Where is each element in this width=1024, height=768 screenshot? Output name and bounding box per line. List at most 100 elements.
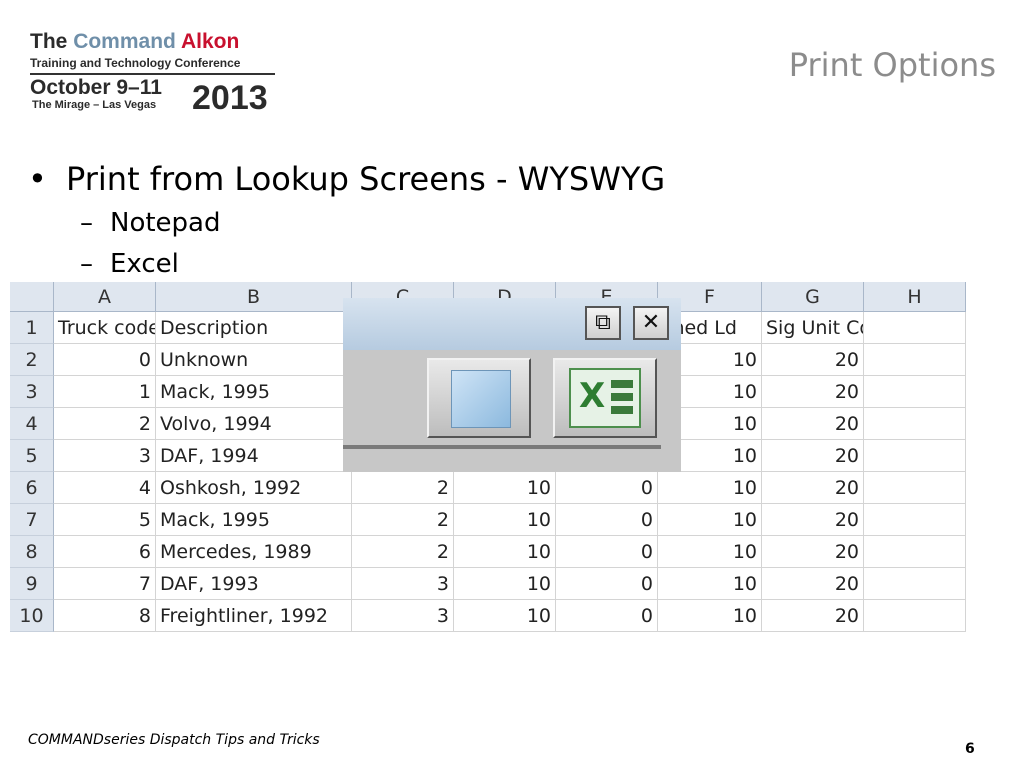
- cell-b[interactable]: Unknown: [156, 344, 352, 376]
- cell-b[interactable]: Mack, 1995: [156, 376, 352, 408]
- row-header[interactable]: 9: [10, 568, 54, 600]
- cell-d[interactable]: 10: [454, 568, 556, 600]
- cell-f[interactable]: 10: [658, 472, 762, 504]
- column-header-a[interactable]: A: [54, 282, 156, 312]
- sub-bullet-text: Notepad: [110, 208, 221, 238]
- cell-e[interactable]: 0: [556, 504, 658, 536]
- cell-f[interactable]: 10: [658, 568, 762, 600]
- cell-a[interactable]: 7: [54, 568, 156, 600]
- cell-c[interactable]: 3: [352, 600, 454, 632]
- column-header-h[interactable]: H: [864, 282, 966, 312]
- cell-g[interactable]: 20: [762, 408, 864, 440]
- cell-a[interactable]: 0: [54, 344, 156, 376]
- excel-icon-grid: [611, 380, 633, 418]
- logo-subtitle: Training and Technology Conference: [30, 56, 241, 70]
- cell-c[interactable]: 3: [352, 568, 454, 600]
- cell-a[interactable]: 5: [54, 504, 156, 536]
- close-button[interactable]: ✕: [633, 306, 669, 340]
- column-header-g[interactable]: G: [762, 282, 864, 312]
- cell-b[interactable]: DAF, 1994: [156, 440, 352, 472]
- excel-print-button[interactable]: X: [553, 358, 657, 438]
- row-header[interactable]: 8: [10, 536, 54, 568]
- select-all-corner[interactable]: [10, 282, 54, 312]
- cell-h[interactable]: [864, 312, 966, 344]
- cell-h[interactable]: [864, 472, 966, 504]
- conference-logo: The Command Alkon Training and Technolog…: [30, 30, 280, 116]
- cell-c[interactable]: 2: [352, 536, 454, 568]
- bullet-glyph: •: [28, 160, 47, 198]
- notepad-icon: [451, 370, 511, 428]
- column-header-b[interactable]: B: [156, 282, 352, 312]
- cell-h[interactable]: [864, 408, 966, 440]
- cell-g[interactable]: 20: [762, 536, 864, 568]
- logo-title: The Command Alkon: [30, 30, 280, 54]
- cell-g[interactable]: 20: [762, 344, 864, 376]
- cell-g[interactable]: 20: [762, 440, 864, 472]
- cell-f[interactable]: 10: [658, 504, 762, 536]
- cell-d[interactable]: 10: [454, 536, 556, 568]
- cell-a[interactable]: Truck code: [54, 312, 156, 344]
- sub-bullet-notepad: – Notepad: [80, 208, 221, 238]
- cell-d[interactable]: 10: [454, 472, 556, 504]
- cell-a[interactable]: 3: [54, 440, 156, 472]
- cell-g[interactable]: 20: [762, 600, 864, 632]
- cell-h[interactable]: [864, 376, 966, 408]
- logo-divider: [30, 73, 275, 75]
- cell-e[interactable]: 0: [556, 600, 658, 632]
- cell-f[interactable]: 10: [658, 536, 762, 568]
- notepad-print-button[interactable]: [427, 358, 531, 438]
- cell-d[interactable]: 10: [454, 600, 556, 632]
- logo-year: 2013: [192, 79, 268, 117]
- cell-h[interactable]: [864, 344, 966, 376]
- cell-a[interactable]: 8: [54, 600, 156, 632]
- cell-h[interactable]: [864, 536, 966, 568]
- cell-g[interactable]: 20: [762, 568, 864, 600]
- cell-c[interactable]: 2: [352, 504, 454, 536]
- cell-b[interactable]: Mercedes, 1989: [156, 536, 352, 568]
- cell-b[interactable]: Volvo, 1994: [156, 408, 352, 440]
- cell-a[interactable]: 6: [54, 536, 156, 568]
- cell-a[interactable]: 4: [54, 472, 156, 504]
- cell-b[interactable]: DAF, 1993: [156, 568, 352, 600]
- row-header[interactable]: 6: [10, 472, 54, 504]
- cell-b[interactable]: Freightliner, 1992: [156, 600, 352, 632]
- main-bullet-text: Print from Lookup Screens - WYSWYG: [66, 160, 666, 198]
- cell-h[interactable]: [864, 568, 966, 600]
- row-header[interactable]: 5: [10, 440, 54, 472]
- logo-venue: The Mirage – Las Vegas: [32, 99, 157, 111]
- cell-g[interactable]: Sig Unit Code: [762, 312, 864, 344]
- row-header[interactable]: 2: [10, 344, 54, 376]
- restore-button[interactable]: ⧉: [585, 306, 621, 340]
- cell-c[interactable]: 2: [352, 472, 454, 504]
- cell-e[interactable]: 0: [556, 472, 658, 504]
- dash-glyph: –: [80, 208, 93, 238]
- row-header[interactable]: 3: [10, 376, 54, 408]
- main-bullet: • Print from Lookup Screens - WYSWYG: [28, 160, 665, 198]
- cell-h[interactable]: [864, 504, 966, 536]
- cell-g[interactable]: 20: [762, 376, 864, 408]
- cell-b[interactable]: Description: [156, 312, 352, 344]
- cell-h[interactable]: [864, 440, 966, 472]
- row-header[interactable]: 7: [10, 504, 54, 536]
- toolbar-titlebar: ⧉ ✕: [343, 298, 681, 350]
- logo-command: Command: [73, 30, 176, 53]
- footer-text: COMMANDseries Dispatch Tips and Tricks: [28, 732, 320, 748]
- toolbar-body: X: [343, 350, 681, 472]
- cell-a[interactable]: 1: [54, 376, 156, 408]
- page-number: 6: [965, 741, 975, 757]
- print-toolbar-window: ⧉ ✕ X: [343, 298, 681, 472]
- row-header[interactable]: 4: [10, 408, 54, 440]
- cell-h[interactable]: [864, 600, 966, 632]
- cell-a[interactable]: 2: [54, 408, 156, 440]
- cell-e[interactable]: 0: [556, 568, 658, 600]
- cell-b[interactable]: Oshkosh, 1992: [156, 472, 352, 504]
- cell-g[interactable]: 20: [762, 472, 864, 504]
- cell-b[interactable]: Mack, 1995: [156, 504, 352, 536]
- logo-dates: October 9–11: [30, 76, 162, 99]
- row-header[interactable]: 10: [10, 600, 54, 632]
- cell-d[interactable]: 10: [454, 504, 556, 536]
- cell-f[interactable]: 10: [658, 600, 762, 632]
- cell-g[interactable]: 20: [762, 504, 864, 536]
- row-header[interactable]: 1: [10, 312, 54, 344]
- cell-e[interactable]: 0: [556, 536, 658, 568]
